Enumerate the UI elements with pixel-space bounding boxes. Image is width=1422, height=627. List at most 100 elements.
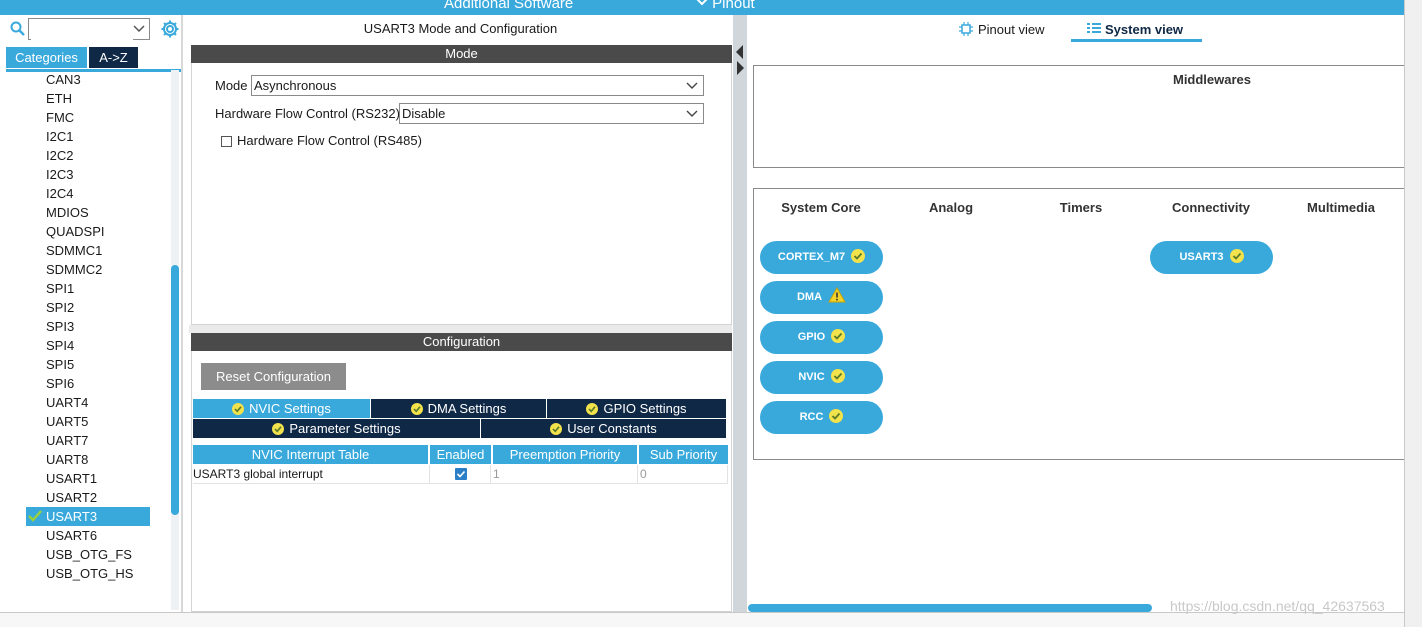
enabled-checkbox[interactable] (455, 468, 467, 480)
rcc-button[interactable]: RCC (760, 401, 883, 434)
list-item[interactable]: USB_OTG_HS (26, 564, 156, 583)
panel-splitter[interactable] (733, 15, 747, 612)
interrupt-name-cell: USART3 global interrupt (193, 465, 430, 484)
list-item[interactable]: SPI4 (26, 336, 156, 355)
search-input[interactable] (31, 20, 133, 40)
mode-select[interactable]: Asynchronous (251, 75, 704, 96)
list-item-label: UART5 (46, 414, 89, 429)
search-combobox[interactable] (28, 18, 150, 40)
list-item[interactable]: USB_OTG_FS (26, 545, 156, 564)
list-item[interactable]: UART5 (26, 412, 156, 431)
list-item[interactable]: SPI1 (26, 279, 156, 298)
column-header-interrupt[interactable]: NVIC Interrupt Table (193, 445, 430, 464)
tab-parameter-settings[interactable]: Parameter Settings (193, 419, 481, 438)
hwfc-rs232-label: Hardware Flow Control (RS232) (215, 106, 400, 121)
check-icon (28, 510, 42, 522)
gear-icon[interactable] (160, 19, 180, 39)
tab-user-constants[interactable]: User Constants (481, 419, 726, 438)
nvic-label: NVIC (798, 371, 825, 383)
list-item-label: USART2 (46, 490, 98, 505)
check-circle-icon (232, 403, 245, 415)
mode-section-header: Mode (191, 45, 732, 63)
check-circle-icon (851, 249, 866, 263)
sub-priority-cell[interactable]: 0 (638, 465, 728, 484)
list-item[interactable]: USART1 (26, 469, 156, 488)
chevron-down-icon (696, 0, 708, 6)
panel-title: USART3 Mode and Configuration (363, 21, 558, 36)
list-item[interactable]: I2C1 (26, 127, 156, 146)
pinout-menu-label: Pinout (712, 0, 755, 12)
warning-icon (828, 287, 846, 303)
list-item[interactable]: UART8 (26, 450, 156, 469)
middlewares-title: Middlewares (1172, 72, 1252, 87)
column-header-sub-priority[interactable]: Sub Priority (639, 445, 728, 464)
horizontal-scrollbar[interactable] (748, 604, 1152, 612)
list-item[interactable]: USART3 (26, 507, 150, 526)
list-item[interactable]: SPI3 (26, 317, 156, 336)
chevron-down-icon (686, 82, 698, 89)
column-header-preemption[interactable]: Preemption Priority (493, 445, 639, 464)
tab-pinout-view-label: Pinout view (978, 22, 1045, 37)
chevron-down-icon[interactable] (133, 22, 145, 34)
list-item[interactable]: SPI5 (26, 355, 156, 374)
check-circle-icon (550, 423, 563, 435)
list-item-label: SPI1 (46, 281, 75, 296)
hwfc-rs485-checkbox[interactable] (221, 136, 232, 147)
hwfc-rs232-select[interactable]: Disable (399, 103, 704, 124)
mode-label: Mode (215, 78, 248, 93)
list-item[interactable]: CAN3 (26, 70, 156, 89)
reset-configuration-button[interactable]: Reset Configuration (201, 363, 346, 390)
column-header-enabled[interactable]: Enabled (430, 445, 493, 464)
tab-gpio-settings[interactable]: GPIO Settings (547, 399, 726, 418)
usart3-button[interactable]: USART3 (1150, 241, 1273, 274)
gpio-button[interactable]: GPIO (760, 321, 883, 354)
check-circle-icon (586, 403, 599, 415)
tab-nvic-settings[interactable]: NVIC Settings (193, 399, 371, 418)
dma-label: DMA (796, 291, 823, 303)
configuration-section-header: Configuration (191, 333, 732, 351)
collapse-left-icon[interactable] (736, 45, 744, 59)
list-item[interactable]: USART6 (26, 526, 156, 545)
tab-system-view-label: System view (1105, 22, 1184, 37)
nvic-button[interactable]: NVIC (760, 361, 883, 394)
list-item[interactable]: SPI2 (26, 298, 156, 317)
preemption-priority-cell[interactable]: 1 (491, 465, 638, 484)
tab-user-constants-label: User Constants (567, 421, 657, 436)
list-item[interactable]: UART7 (26, 431, 156, 450)
cortex-m7-button[interactable]: CORTEX_M7 (760, 241, 883, 274)
peripheral-list: CAN3 ETH FMC I2C1 I2C2 I2C3 I2C4 MDIOS QUADSPI SD… (26, 70, 156, 583)
tab-pinout-view[interactable]: Pinout view (955, 20, 1065, 42)
search-icon[interactable] (4, 18, 28, 40)
list-item[interactable]: SDMMC1 (26, 241, 156, 260)
list-item[interactable]: I2C4 (26, 184, 156, 203)
gpio-label: GPIO (797, 331, 826, 343)
tab-a-to-z[interactable]: A->Z (89, 47, 138, 68)
pinout-menu[interactable]: Pinout (696, 0, 755, 12)
bottom-strip (0, 612, 1404, 627)
list-item[interactable]: UART4 (26, 393, 156, 412)
list-item-label: MDIOS (46, 205, 89, 220)
column-system-core: System Core (781, 200, 861, 215)
list-item-label: SDMMC1 (46, 243, 103, 258)
tab-categories[interactable]: Categories (6, 47, 87, 68)
list-item[interactable]: QUADSPI (26, 222, 156, 241)
scrollbar-thumb[interactable] (171, 265, 179, 515)
additional-software-tab[interactable]: Additional Software (444, 0, 573, 12)
tab-parameter-label: Parameter Settings (289, 421, 401, 436)
list-item[interactable]: USART2 (26, 488, 156, 507)
tab-system-view[interactable]: System view (1071, 20, 1202, 42)
expand-right-icon[interactable] (736, 61, 744, 75)
list-item[interactable]: I2C2 (26, 146, 156, 165)
tab-dma-settings[interactable]: DMA Settings (371, 399, 547, 418)
list-item[interactable]: I2C3 (26, 165, 156, 184)
list-item[interactable]: FMC (26, 108, 156, 127)
list-item-label: USB_OTG_HS (46, 566, 134, 581)
list-item[interactable]: SPI6 (26, 374, 156, 393)
list-item[interactable]: SDMMC2 (26, 260, 156, 279)
tab-dma-label: DMA Settings (427, 401, 507, 416)
list-item[interactable]: ETH (26, 89, 156, 108)
check-circle-icon (1229, 249, 1244, 263)
dma-button[interactable]: DMA (760, 281, 883, 314)
list-item-label: FMC (46, 110, 75, 125)
list-item[interactable]: MDIOS (26, 203, 156, 222)
